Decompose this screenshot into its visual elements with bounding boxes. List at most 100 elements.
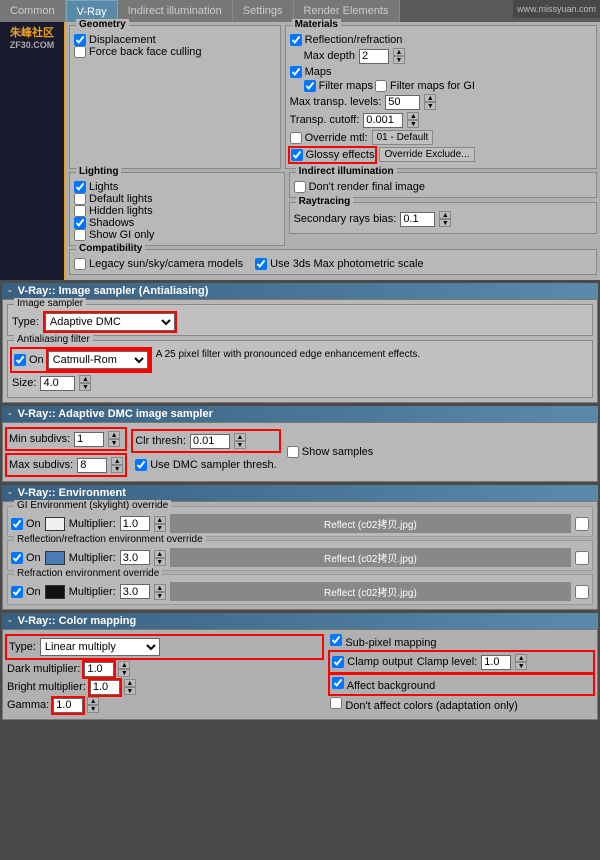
raytracing-title: Raytracing [296, 196, 354, 207]
refl-mult-spinner[interactable]: ▲▼ [154, 550, 166, 566]
reflection-check[interactable]: Reflection/refraction [290, 34, 403, 46]
antialias-header: V-Ray:: Image sampler (Antialiasing) [18, 285, 209, 297]
default-lights-check[interactable]: Default lights [74, 193, 280, 205]
affect-bg-check[interactable]: Affect background [330, 675, 593, 694]
filter-maps-check[interactable]: Filter maps [304, 80, 373, 92]
refl-on-check[interactable]: On [11, 552, 41, 564]
gi-color[interactable] [45, 517, 65, 531]
refl-override-title: Reflection/refraction environment overri… [14, 534, 206, 545]
filter-on-check[interactable]: On [14, 354, 44, 366]
min-subdiv-spinner[interactable]: ▲▼ [108, 431, 120, 447]
tab-indirect[interactable]: Indirect illumination [118, 0, 233, 22]
dont-affect-check[interactable]: Don't affect colors (adaptation only) [330, 697, 593, 712]
adaptive-minus[interactable]: - [8, 408, 12, 420]
refr-mult-input[interactable] [120, 584, 150, 599]
gi-override-group: GI Environment (skylight) override On Mu… [7, 506, 593, 537]
lighting-title: Lighting [76, 166, 121, 177]
filter-desc: A 25 pixel filter with pronounced edge e… [156, 349, 588, 360]
clr-thresh-spinner[interactable]: ▲▼ [234, 433, 246, 449]
lights-check[interactable]: Lights [74, 181, 280, 193]
maps-check[interactable]: Maps [290, 66, 332, 78]
raytracing-group: Raytracing Secondary rays bias: ▲▼ [289, 202, 597, 234]
tab-settings[interactable]: Settings [233, 0, 294, 22]
max-depth-spinner[interactable]: ▲▼ [393, 48, 405, 64]
override-mtl-check[interactable]: Override mtl: [290, 132, 368, 144]
show-gi-check[interactable]: Show GI only [74, 229, 280, 241]
antialias-filter-title: Antialiasing filter [14, 334, 93, 345]
refl-reflect-btn[interactable]: Reflect (c02拷贝.jpg) [170, 548, 571, 567]
transp-cutoff-spinner[interactable]: ▲▼ [407, 112, 419, 128]
dark-mult-input[interactable] [84, 662, 114, 677]
materials-group: Materials Reflection/refraction Max dept… [285, 25, 597, 169]
image-sampler-select[interactable]: Adaptive DMC [45, 313, 175, 331]
gi-mult-input[interactable] [120, 516, 150, 531]
clamp-level-spinner[interactable]: ▲▼ [515, 654, 527, 670]
override-exclude-btn[interactable]: Override Exclude... [379, 147, 474, 162]
use-dmc-check[interactable]: Use DMC sampler thresh. [135, 459, 277, 471]
dark-mult-spinner[interactable]: ▲▼ [118, 661, 130, 677]
refr-reflect-btn[interactable]: Reflect (c02拷贝.jpg) [170, 582, 571, 601]
clamp-level-input[interactable] [481, 655, 511, 670]
gi-reflect-btn[interactable]: Reflect (c02拷贝.jpg) [170, 514, 571, 533]
filter-gi-check[interactable]: Filter maps for GI [375, 80, 475, 92]
max-subdiv-spinner[interactable]: ▲▼ [111, 457, 123, 473]
filter-size-input[interactable] [40, 376, 75, 391]
color-map-type-select[interactable]: Linear multiply [40, 638, 160, 656]
refl-reflect-check[interactable] [575, 551, 589, 565]
indirect-group: Indirect illumination Don't render final… [289, 172, 597, 198]
watermark: www.missyuan.com [513, 0, 600, 18]
hidden-lights-check[interactable]: Hidden lights [74, 205, 280, 217]
glossy-check[interactable]: Glossy effects [290, 148, 376, 162]
gi-mult-spinner[interactable]: ▲▼ [154, 516, 166, 532]
refl-override-group: Reflection/refraction environment overri… [7, 540, 593, 571]
clamp-output-check[interactable]: Clamp output [332, 656, 412, 668]
color-map-minus[interactable]: - [8, 615, 12, 627]
image-sampler-group: Image sampler Type: Adaptive DMC [7, 304, 593, 336]
indirect-title: Indirect illumination [296, 166, 397, 177]
secondary-bias-spinner[interactable]: ▲▼ [439, 211, 451, 227]
show-samples-check[interactable]: Show samples [287, 446, 374, 458]
refl-mult-input[interactable] [120, 550, 150, 565]
gamma-spinner[interactable]: ▲▼ [87, 697, 99, 713]
legacy-check[interactable]: Legacy sun/sky/camera models [74, 258, 243, 270]
image-sampler-title: Image sampler [14, 298, 86, 309]
secondary-bias-input[interactable] [400, 212, 435, 227]
gi-reflect-check[interactable] [575, 517, 589, 531]
bright-mult-input[interactable] [90, 680, 120, 695]
shadows-check[interactable]: Shadows [74, 217, 280, 229]
antialias-minus[interactable]: - [8, 285, 12, 297]
max-transp-input[interactable] [385, 95, 420, 110]
sub-pixel-check[interactable]: Sub-pixel mapping [330, 634, 593, 649]
materials-title: Materials [292, 19, 341, 30]
tab-common[interactable]: Common [0, 0, 66, 22]
filter-type-select[interactable]: Catmull-Rom [48, 351, 148, 369]
gi-on-check[interactable]: On [11, 518, 41, 530]
min-subdiv-input[interactable] [74, 432, 104, 447]
override-mtl-btn[interactable]: 01 - Default [372, 130, 434, 145]
filter-size-spinner[interactable]: ▲▼ [79, 375, 91, 391]
clr-thresh-input[interactable] [190, 434, 230, 449]
refl-color[interactable] [45, 551, 65, 565]
geometry-group: Geometry Displacement Force back face cu… [69, 25, 281, 169]
refr-reflect-check[interactable] [575, 585, 589, 599]
max-depth-input[interactable] [359, 49, 389, 64]
max-transp-spinner[interactable]: ▲▼ [424, 94, 436, 110]
refr-override-title: Refraction environment override [14, 568, 162, 579]
lighting-group: Lighting Lights Default lights Hidden li… [69, 172, 285, 246]
env-header: V-Ray:: Environment [18, 487, 126, 499]
bright-mult-spinner[interactable]: ▲▼ [124, 679, 136, 695]
geometry-title: Geometry [76, 19, 129, 30]
refr-on-check[interactable]: On [11, 586, 41, 598]
dont-render-check[interactable]: Don't render final image [294, 181, 592, 193]
gi-override-title: GI Environment (skylight) override [14, 500, 171, 511]
refr-mult-spinner[interactable]: ▲▼ [154, 584, 166, 600]
transp-cutoff-input[interactable] [363, 113, 403, 128]
gamma-input[interactable] [53, 698, 83, 713]
photometric-check[interactable]: Use 3ds Max photometric scale [255, 258, 423, 270]
refr-color[interactable] [45, 585, 65, 599]
env-minus[interactable]: - [8, 487, 12, 499]
compatibility-title: Compatibility [76, 243, 145, 254]
force-back-check[interactable]: Force back face culling [74, 46, 276, 58]
displacement-check[interactable]: Displacement [74, 34, 276, 46]
max-subdiv-input[interactable] [77, 458, 107, 473]
